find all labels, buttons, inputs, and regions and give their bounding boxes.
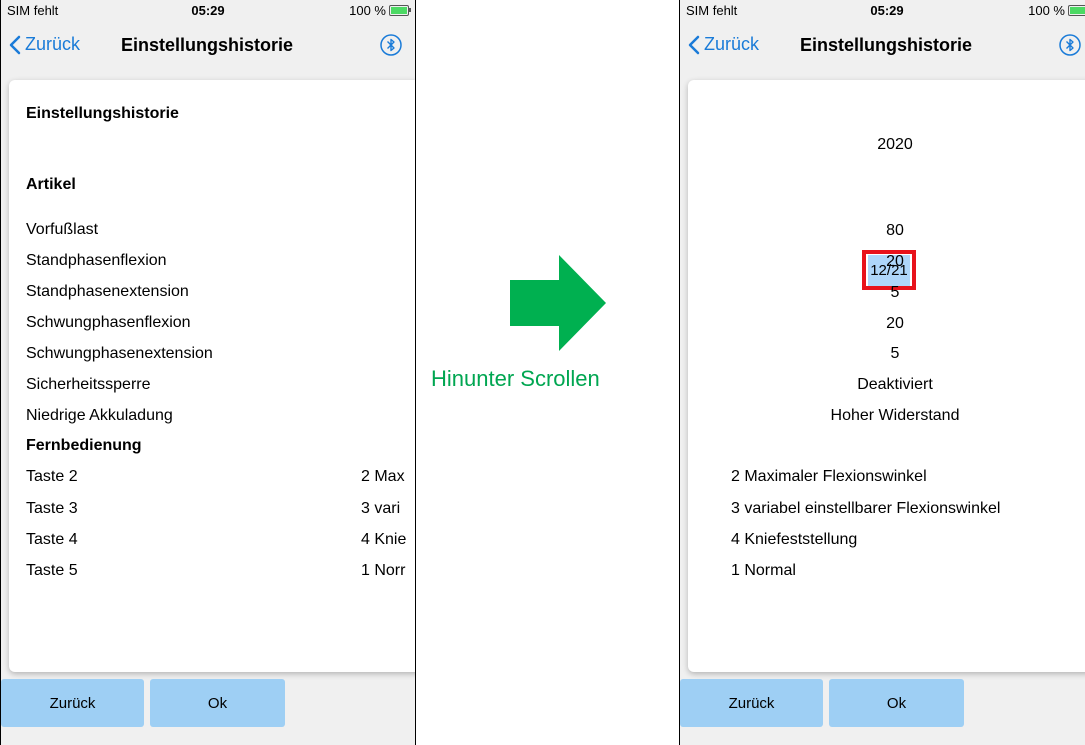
setting-value: Deaktiviert: [857, 376, 933, 393]
back-button[interactable]: Zurück: [680, 679, 823, 727]
clock: 05:29: [870, 3, 904, 18]
setting-value: 5: [890, 284, 900, 301]
list-item: Niedrige Akkuladung: [26, 407, 173, 424]
navigation-bar: Zurück Einstellungshistorie: [1, 22, 415, 70]
setting-value: 80: [886, 222, 904, 239]
history-card[interactable]: 2020 12/21 80 20 5 20 5 Deaktiviert Hohe…: [688, 80, 1085, 672]
setting-value: 20: [886, 253, 904, 270]
taste-label: Taste 4: [26, 531, 78, 548]
list-item: Standphasenextension: [26, 283, 189, 300]
taste-value: 4 Knie: [361, 531, 407, 548]
ok-button[interactable]: Ok: [829, 679, 964, 727]
battery-percent: 100 %: [349, 3, 386, 18]
section-heading: Einstellungshistorie: [26, 105, 179, 122]
phone-screen-before: SIM fehlt 05:29 100 % Zurück Einstellung…: [0, 0, 416, 745]
year-value: 2020: [877, 136, 913, 153]
taste-value: 1 Norr: [361, 562, 406, 579]
page-title: Einstellungshistorie: [121, 35, 294, 55]
ok-button[interactable]: Ok: [150, 679, 285, 727]
arrow-right-icon: [510, 255, 606, 351]
list-item: Schwungphasenflexion: [26, 314, 191, 331]
list-item: Vorfußlast: [26, 221, 99, 238]
bluetooth-icon[interactable]: [379, 33, 403, 57]
page-title: Einstellungshistorie: [800, 35, 973, 55]
phone-screen-after: SIM fehlt 05:29 100 % Zurück Einstellung…: [679, 0, 1085, 745]
taste-label: Taste 3: [26, 500, 78, 517]
bluetooth-icon[interactable]: [1058, 33, 1082, 57]
history-card[interactable]: Einstellungshistorie Artikel Vorfußlast …: [9, 80, 415, 672]
scroll-down-instruction: Hinunter Scrollen: [431, 366, 600, 391]
nav-back-label: Zurück: [25, 34, 81, 54]
chevron-left-icon: [9, 35, 21, 54]
setting-value: 5: [890, 345, 900, 362]
taste-value: 1 Normal: [731, 562, 796, 579]
section-fernbedienung: Fernbedienung: [26, 437, 142, 454]
setting-value: Hoher Widerstand: [830, 407, 960, 424]
battery-status: 100 %: [1028, 3, 1085, 18]
taste-value: 3 vari: [361, 500, 401, 517]
list-item: Sicherheitssperre: [26, 376, 151, 393]
taste-value: 4 Kniefeststellung: [731, 531, 858, 548]
status-bar: SIM fehlt 05:29 100 %: [1, 0, 415, 22]
taste-label: Taste 2: [26, 468, 78, 485]
taste-value: 3 variabel einstellbarer Flexionswinkel: [731, 500, 1001, 517]
nav-back-link[interactable]: Zurück: [688, 34, 759, 55]
battery-status: 100 %: [349, 3, 411, 18]
section-artikel: Artikel: [26, 176, 76, 193]
list-item: Schwungphasenextension: [26, 345, 213, 362]
nav-back-link[interactable]: Zurück: [9, 34, 80, 55]
chevron-left-icon: [688, 35, 700, 54]
nav-back-label: Zurück: [704, 34, 760, 54]
status-bar: SIM fehlt 05:29 100 %: [680, 0, 1085, 22]
setting-value: 20: [886, 315, 904, 332]
taste-label: Taste 5: [26, 562, 78, 579]
battery-icon: [1068, 5, 1085, 16]
taste-value: 2 Max: [361, 468, 405, 485]
battery-percent: 100 %: [1028, 3, 1065, 18]
battery-icon: [389, 5, 411, 16]
back-button[interactable]: Zurück: [1, 679, 144, 727]
taste-value: 2 Maximaler Flexionswinkel: [731, 468, 927, 485]
list-item: Standphasenflexion: [26, 252, 167, 269]
navigation-bar: Zurück Einstellungshistorie: [680, 22, 1085, 70]
